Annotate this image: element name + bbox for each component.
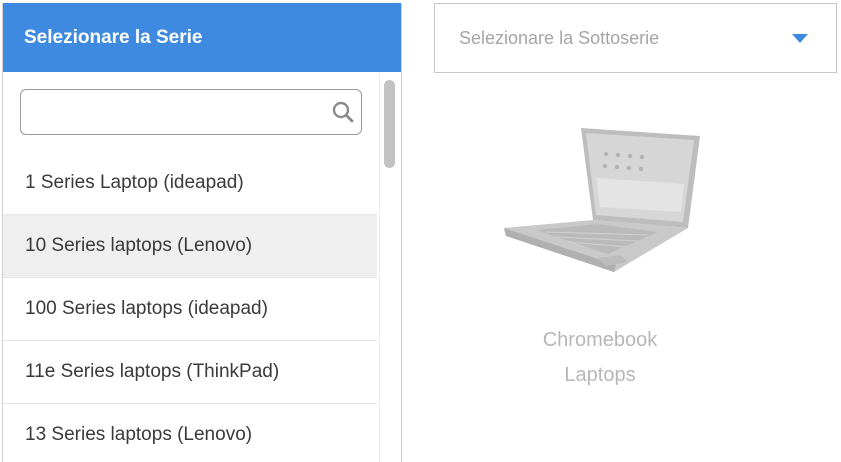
product-label: Chromebook Laptops (480, 323, 720, 393)
series-panel: Selezionare la Serie 1 Series Laptop (id… (2, 3, 402, 462)
subseries-placeholder: Selezionare la Sottoserie (459, 27, 660, 48)
series-search[interactable] (20, 89, 362, 135)
chevron-down-icon[interactable] (792, 34, 808, 43)
subseries-dropdown[interactable]: Selezionare la Sottoserie (434, 3, 837, 73)
series-header-title: Selezionare la Serie (24, 26, 203, 48)
product-label-line1: Chromebook (542, 329, 658, 351)
list-item[interactable]: 13 Series laptops (Lenovo) (3, 404, 377, 462)
series-header: Selezionare la Serie (3, 3, 401, 72)
list-item[interactable]: 10 Series laptops (Lenovo) (3, 215, 377, 278)
search-icon[interactable] (331, 100, 355, 124)
product-card[interactable]: Chromebook Laptops (480, 110, 720, 410)
scrollbar-thumb[interactable] (384, 80, 395, 168)
laptop-image (504, 128, 700, 272)
series-search-input[interactable] (29, 96, 333, 130)
list-item[interactable]: 1 Series Laptop (ideapad) (3, 152, 377, 215)
list-item[interactable]: 11e Series laptops (ThinkPad) (3, 341, 377, 404)
list-item[interactable]: 100 Series laptops (ideapad) (3, 278, 377, 341)
product-label-line2: Laptops (564, 364, 636, 386)
series-list: 1 Series Laptop (ideapad) 10 Series lapt… (3, 152, 377, 462)
